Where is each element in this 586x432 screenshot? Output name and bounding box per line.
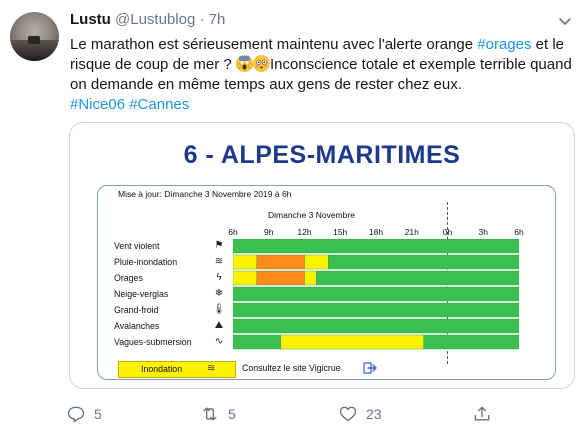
wind-flag-icon: ⚑ — [214, 240, 224, 251]
vigicrue-link[interactable]: Consultez le site Vigicrue — [242, 363, 341, 373]
flushed-face-icon — [252, 55, 270, 72]
vigilance-bar-green — [233, 318, 519, 334]
avatar[interactable] — [10, 12, 59, 61]
share-icon — [474, 406, 490, 421]
lightning-icon: ϟ — [216, 272, 222, 283]
vigilance-bar-yellow — [233, 270, 258, 286]
reply-button[interactable]: 5 — [66, 404, 102, 424]
hazard-label: Pluie-inondation — [114, 257, 178, 267]
hashtag-nice06[interactable]: #Nice06 — [70, 96, 125, 113]
tweet-header: Lustu @Lustublog · 7h — [70, 11, 225, 28]
hour-tick-label: 15h — [333, 227, 348, 237]
hashtag-cannes[interactable]: #Cannes — [129, 96, 189, 113]
vigilance-bar-green — [233, 286, 519, 302]
thermometer-icon: 🌡 — [212, 304, 226, 315]
tweet-text: Le marathon est sérieusement maintenu av… — [70, 35, 576, 115]
vigilance-bar-yellow — [304, 270, 317, 286]
tweet: Lustu @Lustublog · 7h Le marathon est sé… — [0, 0, 586, 432]
legend-label: Inondation — [141, 364, 183, 374]
vigilance-bar-green — [328, 254, 519, 270]
vigilance-panel: Mise à jour: Dimanche 3 Novembre 2019 à … — [97, 185, 556, 380]
wave-icon: ≋ — [207, 363, 216, 374]
avalanche-icon: ⛰ — [214, 320, 224, 331]
vigilance-bar-yellow — [304, 254, 329, 270]
vigilance-bar-yellow — [280, 334, 424, 350]
snowflake-icon: ❄ — [214, 288, 224, 299]
hour-tick-label: 3h — [478, 227, 488, 237]
retweet-icon — [203, 407, 217, 421]
hazard-label: Vent violent — [114, 241, 160, 251]
vigilance-bar-green — [423, 334, 519, 350]
vigilance-bar-green — [233, 239, 519, 254]
heart-icon — [339, 406, 357, 422]
vigilance-bar-green — [233, 334, 281, 350]
external-link-icon[interactable] — [362, 360, 378, 376]
media-card[interactable]: 6 - ALPES-MARITIMES Mise à jour: Dimanch… — [69, 122, 575, 389]
tweet-text-part: Le marathon est sérieusement maintenu av… — [70, 36, 478, 53]
hashtag-orages[interactable]: #orages — [477, 36, 531, 53]
hazard-label: Avalanches — [114, 321, 160, 331]
avatar-figure — [28, 36, 40, 44]
like-count: 23 — [366, 406, 382, 422]
retweet-button[interactable]: 5 — [200, 404, 236, 424]
hazard-label: Vagues-submersion — [114, 337, 192, 347]
reply-icon — [67, 406, 85, 423]
hour-axis: 6h 9h 12h 15h 18h 21h 0h 3h 6h — [98, 227, 555, 239]
like-button[interactable]: 23 — [338, 404, 382, 424]
separator-dot: · — [199, 11, 205, 28]
vigilance-bar-orange — [256, 254, 305, 270]
tweet-time[interactable]: 7h — [209, 11, 226, 28]
hazard-label: Grand-froid — [114, 305, 159, 315]
hour-tick-label: 12h — [297, 227, 312, 237]
vigilance-bar-orange — [256, 270, 305, 286]
hour-tick-label: 6h — [514, 227, 524, 237]
retweet-count: 5 — [228, 406, 236, 422]
vigilance-bar-green — [316, 270, 519, 286]
hour-tick-label: 9h — [264, 227, 274, 237]
vigilance-bar-green — [233, 302, 519, 318]
display-name[interactable]: Lustu — [70, 11, 111, 28]
hazard-label: Orages — [114, 273, 143, 283]
hour-tick-label: 18h — [368, 227, 384, 237]
share-button[interactable] — [472, 404, 492, 424]
rain-flood-icon: ≋ — [214, 256, 224, 267]
card-title: 6 - ALPES-MARITIMES — [183, 141, 461, 169]
hour-tick-label: 0h — [442, 227, 453, 237]
legend-inondation: Inondation ≋ — [118, 361, 236, 378]
wave-icon: ∿ — [214, 336, 224, 347]
vigilance-grid — [233, 239, 519, 350]
face-screaming-in-fear-icon — [235, 55, 253, 72]
chevron-down-icon[interactable] — [558, 14, 572, 28]
vigilance-bar-yellow — [233, 254, 258, 270]
tweet-actions: 5 5 23 — [66, 404, 586, 426]
user-handle[interactable]: @Lustublog — [115, 11, 195, 28]
hour-tick-label: 21h — [404, 227, 419, 237]
reply-count: 5 — [94, 406, 102, 422]
day-label: Dimanche 3 Novembre — [268, 210, 355, 220]
hour-tick-label: 6h — [228, 227, 238, 237]
hazard-label: Neige-verglas — [114, 289, 169, 299]
update-time: Mise à jour: Dimanche 3 Novembre 2019 à … — [118, 189, 292, 199]
